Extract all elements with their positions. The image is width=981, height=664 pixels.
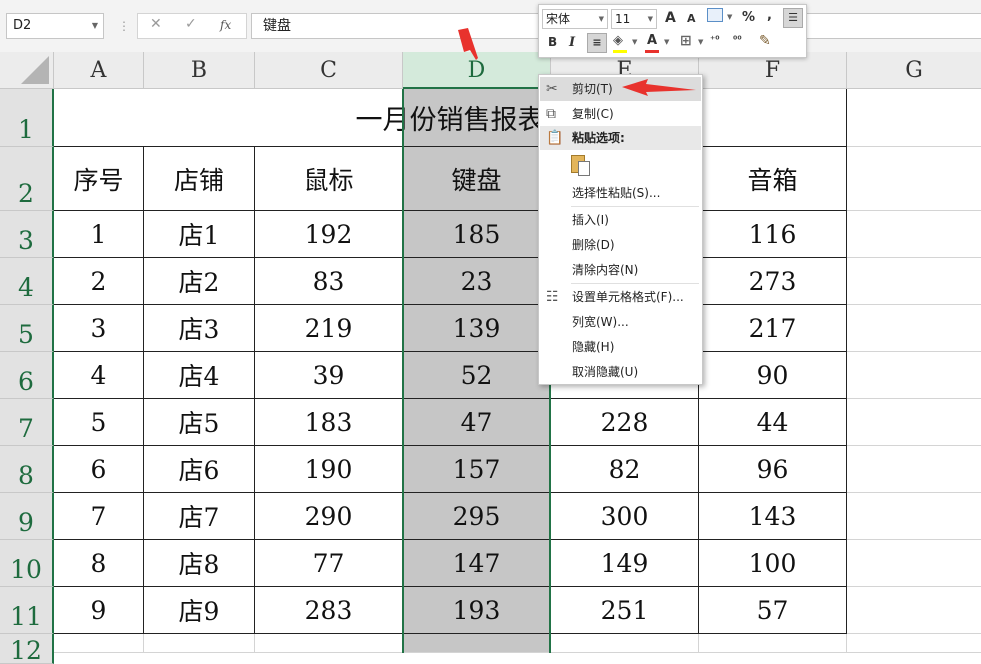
annotation-arrows [458, 28, 696, 96]
arrow-to-column-d [458, 28, 478, 60]
arrow-to-cut [622, 79, 696, 96]
